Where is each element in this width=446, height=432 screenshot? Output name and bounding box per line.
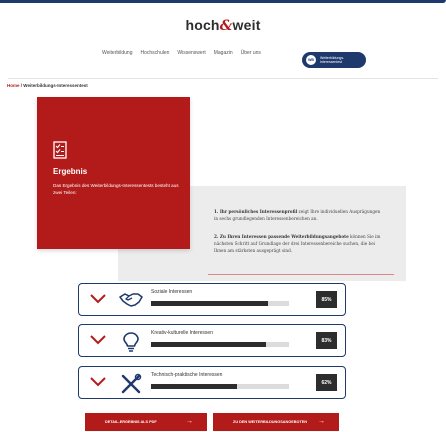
result-label: Soziale Interessen xyxy=(151,289,193,295)
result-row-kreativ[interactable]: Kreativ-kulturelle Interessen 83% xyxy=(78,324,346,357)
chevron-down-icon[interactable] xyxy=(89,293,107,305)
progress-fill xyxy=(151,301,269,306)
score-badge: 62% xyxy=(316,374,337,391)
info-p2-bold: 2. Zu Ihren Interessen passende Weiterbi… xyxy=(214,234,349,239)
header-divider xyxy=(8,78,438,79)
progress-fill xyxy=(151,342,266,347)
pdf-button-label: DETAIL-ERGEBNIS ALS PDF xyxy=(105,420,157,424)
arrow-right-icon: → xyxy=(318,418,325,425)
main-nav: Weiterbildung Hochschulen Wissenswert Ma… xyxy=(102,50,261,56)
breadcrumb-home-link[interactable]: Home xyxy=(7,83,20,88)
nav-item-magazin[interactable]: Magazin xyxy=(214,50,233,56)
lightbulb-icon xyxy=(123,332,139,352)
top-accent-line xyxy=(0,0,446,3)
tools-icon xyxy=(121,373,142,394)
handshake-icon xyxy=(119,293,143,307)
progress-fill xyxy=(151,384,237,389)
progress-track xyxy=(151,301,289,306)
card-subtitle: Das Ergebnis des Weiterbildungs-Interess… xyxy=(53,183,179,195)
interessentest-pill-button[interactable]: WB Weiterbildungs- Interessentest xyxy=(302,52,366,68)
result-label: Kreativ-kulturelle Interessen xyxy=(151,330,213,336)
info-paragraph-2: 2. Zu Ihren Interessen passende Weiterbi… xyxy=(214,233,384,254)
info-divider xyxy=(208,274,394,275)
pill-label: Weiterbildungs- Interessentest xyxy=(320,56,344,64)
chevron-down-icon[interactable] xyxy=(89,334,107,346)
arrow-right-icon: → xyxy=(186,418,193,425)
result-row-technisch[interactable]: Technisch-praktische Interessen 62% xyxy=(78,366,346,399)
offers-button-label: ZU DEN WEITERBILDUNGSANGEBOTEN xyxy=(233,420,308,424)
breadcrumb-current: Weiterbildungs-Interessentest xyxy=(23,83,88,88)
info-paragraph-1: 1. Ihr persönliches Interessenprofil zei… xyxy=(214,208,384,222)
logo-part-2: weit xyxy=(232,17,261,33)
wb-badge-icon: WB xyxy=(306,55,316,65)
offers-button[interactable]: ZU DEN WEITERBILDUNGSANGEBOTEN → xyxy=(213,413,339,431)
nav-item-wissenswert[interactable]: Wissenswert xyxy=(177,50,205,56)
result-card: Ergebnis Das Ergebnis des Weiterbildungs… xyxy=(37,97,190,249)
chevron-down-icon[interactable] xyxy=(89,376,107,388)
score-badge: 85% xyxy=(316,291,337,308)
result-row-soziale[interactable]: Soziale Interessen 85% xyxy=(78,283,346,316)
result-label: Technisch-praktische Interessen xyxy=(151,372,223,378)
nav-item-ueber-uns[interactable]: Über uns xyxy=(241,50,261,56)
card-title: Ergebnis xyxy=(53,167,88,176)
progress-track xyxy=(151,342,289,347)
logo-ampersand: & xyxy=(219,18,233,34)
score-badge: 83% xyxy=(316,332,337,349)
nav-item-hochschulen[interactable]: Hochschulen xyxy=(140,50,169,56)
breadcrumb: Home / Weiterbildungs-Interessentest xyxy=(7,83,88,88)
pill-line-2: Interessentest xyxy=(320,60,342,64)
progress-track xyxy=(151,384,289,389)
logo-part-1: hoch xyxy=(185,17,220,33)
pdf-download-button[interactable]: DETAIL-ERGEBNIS ALS PDF → xyxy=(85,413,207,431)
nav-item-weiterbildung[interactable]: Weiterbildung xyxy=(102,50,132,56)
info-p1-bold: 1. Ihr persönliches Interessenprofil xyxy=(214,209,298,214)
checklist-icon xyxy=(53,141,67,159)
brand-logo[interactable]: hoch&weit xyxy=(0,17,446,34)
